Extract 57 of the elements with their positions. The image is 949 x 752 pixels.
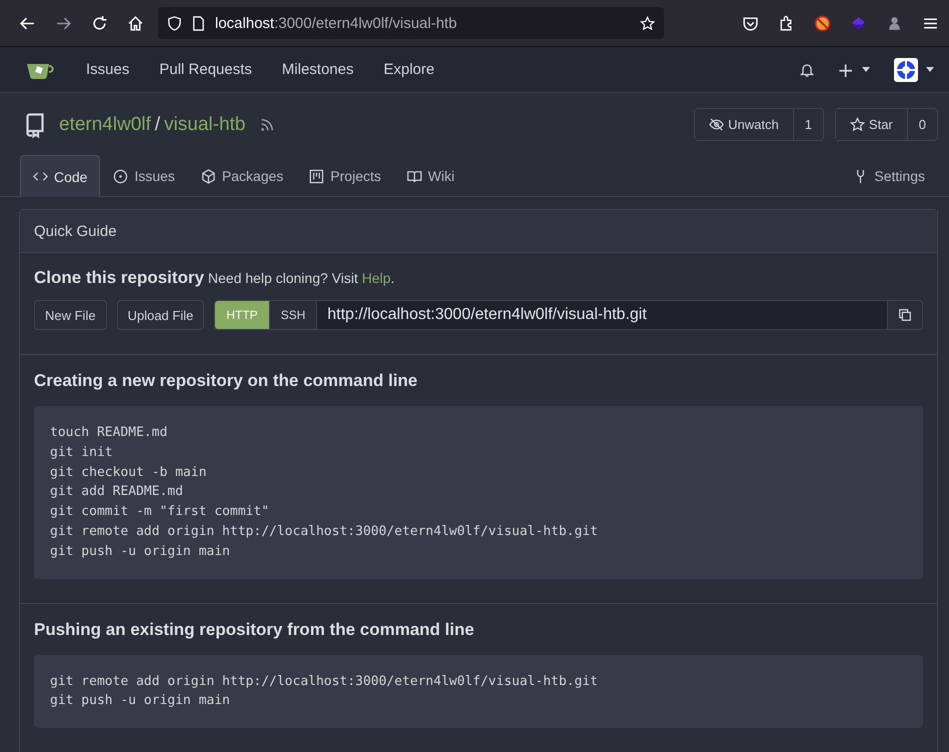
section-heading: Creating a new repository on the command line	[34, 371, 419, 391]
page-icon	[191, 16, 206, 30]
bookmark-star-icon[interactable]	[640, 16, 655, 30]
code-line: git push -u origin main	[50, 542, 232, 561]
section-header: Quick Guide	[20, 210, 937, 253]
home-icon[interactable]	[127, 14, 144, 32]
count-link[interactable]: 1	[794, 109, 823, 140]
rss-icon[interactable]	[260, 118, 274, 132]
board-icon	[309, 168, 324, 184]
address-bar[interactable]: localhost:3000/etern4lw0lf/visual-htb	[158, 7, 664, 39]
tab[interactable]: Issues	[100, 155, 188, 196]
watch-button[interactable]: Unwatch	[695, 109, 794, 140]
caret-icon[interactable]	[926, 67, 934, 72]
section-heading: Pushing an existing repository from the command line	[34, 620, 476, 640]
nav-link[interactable]: Issues	[86, 61, 130, 78]
file-button[interactable]: New File	[34, 300, 107, 330]
nav-link[interactable]: Pull Requests	[159, 61, 252, 78]
code-line: git add README.md	[50, 483, 184, 502]
code-line: git remote add origin http://localhost:3000/etern4lw0lf/visual-htb.git	[50, 522, 599, 541]
tab[interactable]: Packages	[188, 155, 296, 196]
owner-link[interactable]: etern4lw0lf	[59, 114, 151, 136]
nav-link[interactable]: Milestones	[282, 61, 354, 78]
caret-icon[interactable]	[862, 67, 870, 72]
nav-link[interactable]: Explore	[384, 61, 434, 78]
tab[interactable]: Wiki	[394, 155, 468, 196]
extension-icon[interactable]	[886, 14, 903, 32]
tab[interactable]: Code	[20, 155, 100, 197]
star-button[interactable]: Star	[836, 109, 908, 140]
count-link[interactable]: 0	[908, 109, 937, 140]
code-line: git init	[50, 444, 114, 462]
book-icon	[407, 168, 422, 184]
help-text: Need help cloning? Visit Help.	[208, 270, 395, 286]
cube-icon	[200, 168, 216, 184]
file-button[interactable]: Upload File	[116, 300, 204, 330]
shield-icon	[167, 16, 182, 30]
create-menu-button[interactable]: +	[837, 58, 854, 82]
eye-slash-icon	[709, 117, 724, 132]
pocket-icon[interactable]	[742, 14, 759, 32]
code-line: touch README.md	[50, 424, 168, 442]
section-heading: Clone this repository	[34, 268, 204, 288]
settings-tab[interactable]: Settings	[840, 155, 938, 196]
star-icon	[850, 117, 865, 132]
back-icon[interactable]	[19, 14, 36, 32]
code-line: git remote add origin http://localhost:3000/etern4lw0lf/visual-htb.git	[50, 672, 599, 691]
repository-name-link[interactable]: visual-htb	[164, 114, 246, 136]
avatar-icon[interactable]	[894, 58, 918, 82]
path-separator: /	[154, 114, 160, 136]
code-line: git checkout -b main	[50, 464, 208, 482]
help-link[interactable]: Help	[362, 270, 391, 286]
reload-icon[interactable]	[91, 14, 108, 32]
forward-icon[interactable]	[55, 14, 72, 32]
code-line: git push -u origin main	[50, 692, 232, 710]
code-line: git commit -m "first commit"	[50, 503, 270, 522]
circle-dot-icon	[113, 168, 128, 184]
extension-icon[interactable]	[814, 14, 831, 32]
bell-icon[interactable]	[799, 62, 816, 78]
tab[interactable]: Projects	[296, 155, 394, 196]
